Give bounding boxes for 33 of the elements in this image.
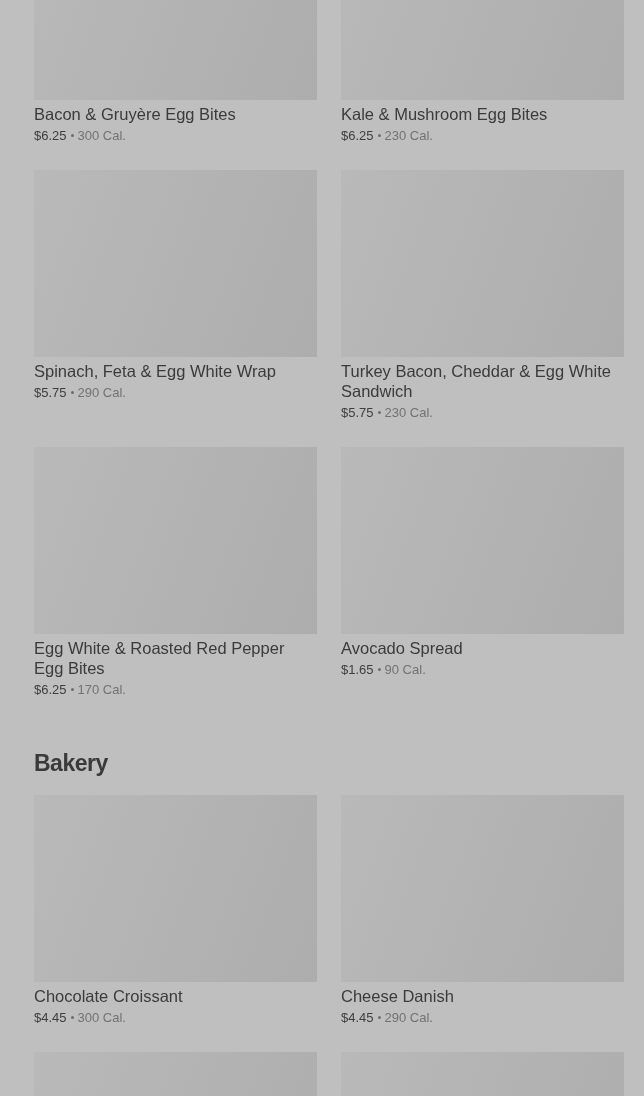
- item-calories: 300 Cal.: [77, 127, 126, 144]
- separator-dot-icon: [377, 1016, 381, 1019]
- section-heading: Bakery: [34, 749, 109, 778]
- item-name[interactable]: Turkey Bacon, Cheddar & Egg White Sandwich: [341, 361, 624, 401]
- item-name[interactable]: Avocado Spread: [341, 638, 624, 658]
- item-price: $5.75: [341, 404, 374, 421]
- item-name[interactable]: Bacon & Gruyère Egg Bites: [34, 104, 317, 124]
- separator-dot-icon: [70, 134, 74, 137]
- item-calories: 300 Cal.: [77, 1009, 126, 1026]
- separator-dot-icon: [377, 411, 381, 414]
- separator-dot-icon: [70, 1016, 74, 1019]
- item-calories: 90 Cal.: [384, 661, 426, 678]
- separator-dot-icon: [377, 134, 381, 137]
- separator-dot-icon: [70, 688, 74, 691]
- item-calories: 290 Cal.: [77, 384, 126, 401]
- item-price: $6.25: [34, 127, 67, 144]
- item-name[interactable]: Chocolate Croissant: [34, 986, 317, 1006]
- item-name[interactable]: Egg White & Roasted Red Pepper Egg Bites: [34, 638, 317, 678]
- item-calories: 230 Cal.: [384, 404, 433, 421]
- separator-dot-icon: [70, 391, 74, 394]
- item-name[interactable]: Cheese Danish: [341, 986, 624, 1006]
- item-price: $4.45: [341, 1009, 374, 1026]
- item-calories: 290 Cal.: [384, 1009, 433, 1026]
- item-name[interactable]: Spinach, Feta & Egg White Wrap: [34, 361, 317, 381]
- item-price: $6.25: [34, 681, 67, 698]
- separator-dot-icon: [377, 668, 381, 671]
- item-calories: 230 Cal.: [384, 127, 433, 144]
- item-price: $4.45: [34, 1009, 67, 1026]
- item-price: $5.75: [34, 384, 67, 401]
- item-price: $6.25: [341, 127, 374, 144]
- item-name[interactable]: Kale & Mushroom Egg Bites: [341, 104, 624, 124]
- item-price: $1.65: [341, 661, 374, 678]
- item-calories: 170 Cal.: [77, 681, 126, 698]
